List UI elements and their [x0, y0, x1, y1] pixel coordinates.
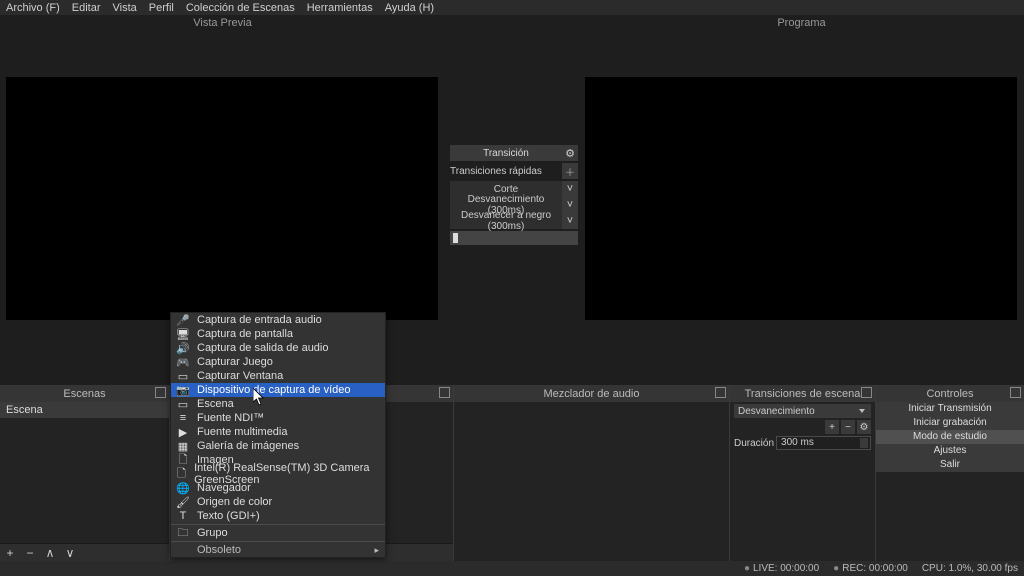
remove-scene-button[interactable]: −	[24, 547, 36, 559]
studio-mode-button[interactable]: Modo de estudio	[876, 430, 1024, 444]
dock-title: Mezclador de audio	[543, 388, 639, 400]
ctx-item[interactable]: 🖥 Captura de pantalla	[171, 327, 385, 341]
chevron-down-icon[interactable]: ˅	[562, 181, 578, 197]
source-type-icon: 🌐	[177, 482, 189, 495]
ctx-item[interactable]: 🎮 Capturar Juego	[171, 355, 385, 369]
dock-scenes: Escenas Escena + − ∧ ∨	[0, 385, 170, 561]
menu-perfil[interactable]: Perfil	[149, 2, 174, 14]
chevron-down-icon[interactable]: ˅	[562, 213, 578, 229]
dock-scene-transitions: Transiciones de escena Desvanecimiento +…	[730, 385, 876, 561]
transition-column: Transición ⚙ Transiciones rápidas ＋ Cort…	[450, 145, 578, 245]
program-label: Programa	[579, 15, 1024, 33]
ctx-item[interactable]: ▶ Fuente multimedia	[171, 425, 385, 439]
transition-slider[interactable]	[450, 231, 578, 245]
source-type-icon: 🎮	[177, 356, 189, 369]
dock-mixer: Mezclador de audio	[454, 385, 730, 561]
ctx-item[interactable]: 📷 Dispositivo de captura de vídeo	[171, 383, 385, 397]
dock-title: Transiciones de escena	[745, 388, 861, 400]
ctx-item-label: Escena	[197, 398, 234, 410]
gear-icon[interactable]: ⚙	[562, 145, 578, 161]
menu-coleccion[interactable]: Colección de Escenas	[186, 2, 295, 14]
menu-herramientas[interactable]: Herramientas	[307, 2, 373, 14]
dock-popout-icon[interactable]	[439, 387, 450, 398]
menu-ayuda[interactable]: Ayuda (H)	[385, 2, 434, 14]
dock-popout-icon[interactable]	[155, 387, 166, 398]
status-rec: REC: 00:00:00	[833, 563, 908, 574]
status-cpu: CPU: 1.0%, 30.00 fps	[922, 563, 1018, 574]
ctx-item-label: Navegador	[197, 482, 251, 494]
ctx-item-label: Capturar Ventana	[197, 370, 283, 382]
scene-up-button[interactable]: ∧	[44, 547, 56, 559]
ctx-item[interactable]: 🔊 Captura de salida de audio	[171, 341, 385, 355]
menu-vista[interactable]: Vista	[113, 2, 137, 14]
transition-select[interactable]: Desvanecimiento	[734, 404, 871, 418]
menu-archivo[interactable]: Archivo (F)	[6, 2, 60, 14]
ctx-item-label: Origen de color	[197, 496, 272, 508]
source-type-icon: 🖌	[177, 496, 189, 509]
ctx-item[interactable]: ▭ Escena	[171, 397, 385, 411]
transition-button[interactable]: Transición ⚙	[450, 145, 578, 161]
source-type-icon: ▭	[177, 398, 189, 411]
ctx-item-label: Capturar Juego	[197, 356, 273, 368]
dock-title: Escenas	[63, 388, 105, 400]
ctx-item-label: Fuente NDI™	[197, 412, 264, 424]
quick-transition-item[interactable]: Desvanecer a negro (300ms) ˅	[450, 213, 578, 229]
ctx-item[interactable]: ≡ Fuente NDI™	[171, 411, 385, 425]
plus-icon[interactable]: ＋	[562, 163, 578, 179]
ctx-item[interactable]: 🖌 Origen de color	[171, 495, 385, 509]
ctx-item[interactable]: ▦Galería de imágenes	[171, 439, 385, 453]
preview-viewport[interactable]	[6, 77, 438, 320]
ctx-item-label: Grupo	[197, 527, 228, 539]
program-viewport[interactable]	[585, 77, 1017, 320]
source-type-icon: ▶	[177, 426, 189, 439]
ctx-item-label: Dispositivo de captura de vídeo	[197, 384, 350, 396]
dock-popout-icon[interactable]	[861, 387, 872, 398]
status-bar: LIVE: 00:00:00 REC: 00:00:00 CPU: 1.0%, …	[0, 561, 1024, 576]
scene-down-button[interactable]: ∨	[64, 547, 76, 559]
ctx-item-group[interactable]: 🗀 Grupo	[171, 526, 385, 540]
ctx-item[interactable]: T Texto (GDI+)	[171, 509, 385, 523]
start-record-button[interactable]: Iniciar grabación	[876, 416, 1024, 430]
ctx-item[interactable]: 🎤 Captura de entrada audio	[171, 313, 385, 327]
scene-item[interactable]: Escena	[0, 402, 169, 418]
ctx-item[interactable]: 🗋Intel(R) RealSense(TM) 3D Camera GreenS…	[171, 467, 385, 481]
transition-remove-button[interactable]: −	[841, 420, 855, 434]
duration-input[interactable]: 300 ms	[776, 436, 871, 450]
ctx-item-label: Texto (GDI+)	[197, 510, 260, 522]
source-type-icon: ▭	[177, 370, 189, 383]
menu-editar[interactable]: Editar	[72, 2, 101, 14]
transition-add-button[interactable]: +	[825, 420, 839, 434]
ctx-item-label: Captura de entrada audio	[197, 314, 322, 326]
status-live: LIVE: 00:00:00	[744, 563, 819, 574]
chevron-down-icon[interactable]: ˅	[562, 197, 578, 213]
start-stream-button[interactable]: Iniciar Transmisión	[876, 402, 1024, 416]
sources-add-menu[interactable]: 🎤 Captura de entrada audio 🖥 Captura de pan…	[170, 312, 386, 558]
ctx-item-obsolete[interactable]: Obsoleto	[171, 543, 385, 557]
source-type-icon: 🎤	[177, 314, 189, 327]
exit-button[interactable]: Salir	[876, 458, 1024, 472]
ctx-item-label: Captura de pantalla	[197, 328, 293, 340]
dock-controls: Controles Iniciar Transmisión Iniciar gr…	[876, 385, 1024, 561]
source-type-icon: 📷	[177, 384, 189, 397]
settings-button[interactable]: Ajustes	[876, 444, 1024, 458]
source-type-icon: 🔊	[177, 342, 189, 355]
duration-label: Duración	[734, 438, 774, 449]
ctx-item-label: Fuente multimedia	[197, 426, 288, 438]
dock-popout-icon[interactable]	[1010, 387, 1021, 398]
source-type-icon: ≡	[177, 412, 189, 424]
dock-popout-icon[interactable]	[715, 387, 726, 398]
source-type-icon: 🖥	[177, 328, 189, 341]
ctx-item[interactable]: ▭ Capturar Ventana	[171, 369, 385, 383]
transition-settings-button[interactable]: ⚙	[857, 420, 871, 434]
source-type-icon: T	[177, 510, 189, 522]
add-scene-button[interactable]: +	[4, 547, 16, 559]
folder-icon: 🗀	[177, 524, 189, 543]
ctx-item-label: Captura de salida de audio	[197, 342, 328, 354]
preview-label: Vista Previa	[0, 15, 445, 33]
dock-title: Controles	[926, 388, 973, 400]
ctx-item-label: Galería de imágenes	[197, 440, 299, 452]
quick-transitions-label: Transiciones rápidas ＋	[450, 161, 578, 181]
menubar: Archivo (F) Editar Vista Perfil Colecció…	[0, 0, 1024, 15]
